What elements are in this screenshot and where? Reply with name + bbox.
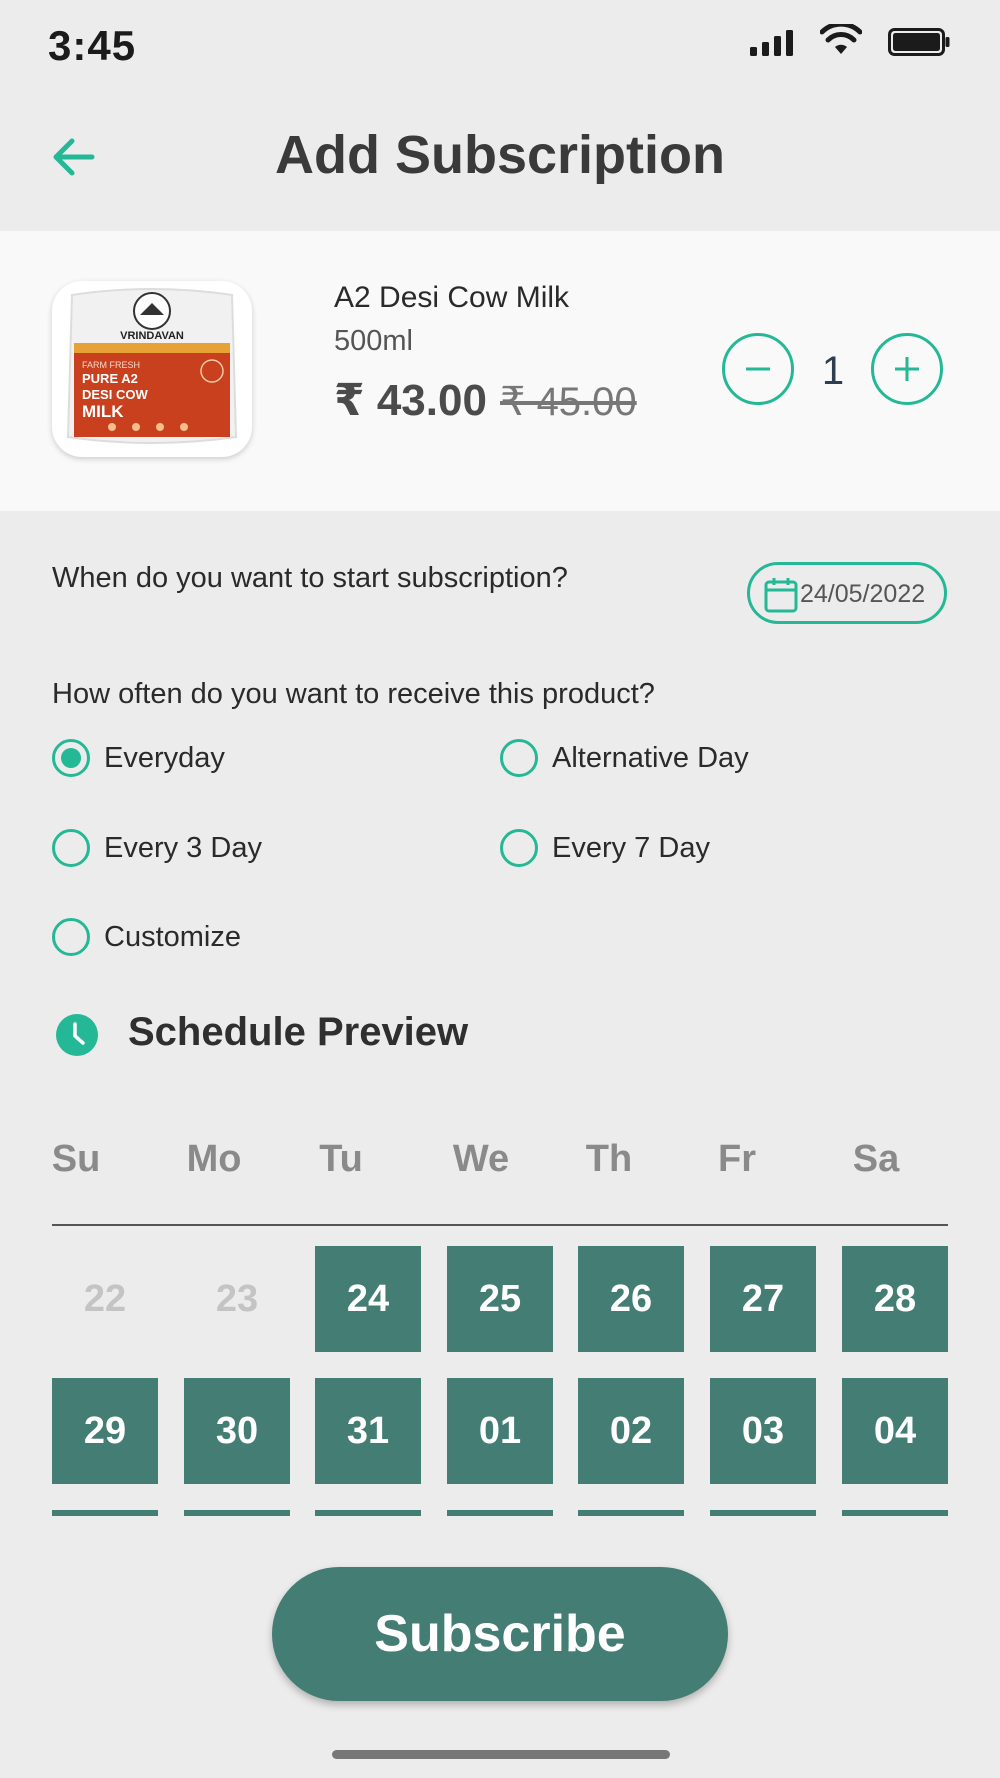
calendar-day[interactable] [578, 1510, 684, 1516]
subscribe-button[interactable]: Subscribe [272, 1567, 728, 1701]
calendar-day[interactable] [842, 1510, 948, 1516]
weekday-header-su: Su [51, 1138, 101, 1180]
radio-customize[interactable]: Customize [52, 917, 241, 957]
radio-button-checked[interactable] [52, 739, 90, 777]
calendar-divider [52, 1224, 948, 1226]
svg-text:MILK: MILK [82, 402, 124, 421]
svg-text:VRINDAVAN: VRINDAVAN [120, 330, 184, 342]
calendar-day[interactable] [710, 1510, 816, 1516]
quantity-increase-button[interactable] [871, 333, 943, 405]
calendar-day[interactable] [184, 1510, 290, 1516]
radio-button[interactable] [52, 829, 90, 867]
radio-every-7-day[interactable]: Every 7 Day [500, 828, 710, 868]
calendar-day[interactable]: 31 [315, 1378, 421, 1484]
radio-label: Customize [104, 920, 241, 953]
radio-label: Everyday [104, 741, 225, 774]
weekday-header-mo: Mo [186, 1138, 242, 1180]
radio-label: Every 3 Day [104, 831, 262, 864]
start-date-value: 24/05/2022 [800, 580, 926, 608]
radio-button[interactable] [500, 829, 538, 867]
calendar-day[interactable]: 02 [578, 1378, 684, 1484]
calendar-day[interactable]: 04 [842, 1378, 948, 1484]
calendar-day[interactable]: 26 [578, 1246, 684, 1352]
calendar-day[interactable]: 25 [447, 1246, 553, 1352]
battery-icon [888, 28, 950, 56]
radio-button[interactable] [52, 918, 90, 956]
weekday-header-sa: Sa [852, 1138, 900, 1180]
calendar-day[interactable]: 27 [710, 1246, 816, 1352]
product-name: A2 Desi Cow Milk [334, 281, 570, 314]
product-price: ₹ 43.00 [334, 376, 487, 425]
product-size: 500ml [334, 325, 413, 357]
calendar-grid: 22 23 24 25 26 27 28 29 30 31 01 02 03 0… [0, 1246, 1000, 1516]
calendar-icon [764, 578, 798, 613]
radio-label: Alternative Day [552, 741, 749, 774]
calendar-day[interactable]: 01 [447, 1378, 553, 1484]
svg-text:FARM FRESH: FARM FRESH [82, 360, 140, 370]
radio-every-3-day[interactable]: Every 3 Day [52, 828, 262, 868]
frequency-question: How often do you want to receive this pr… [52, 678, 655, 710]
radio-everyday[interactable]: Everyday [52, 738, 225, 778]
quantity-value: 1 [821, 349, 845, 393]
radio-label: Every 7 Day [552, 831, 710, 864]
start-date-picker[interactable]: 24/05/2022 [747, 562, 947, 624]
calendar-day[interactable]: 29 [52, 1378, 158, 1484]
radio-alternative-day[interactable]: Alternative Day [500, 738, 749, 778]
product-image: VRINDAVAN FARM FRESH PURE A2 DESI COW MI… [52, 281, 252, 457]
calendar-day[interactable] [315, 1510, 421, 1516]
weekday-header-tu: Tu [319, 1138, 363, 1180]
product-mrp: ₹ 45.00 [500, 380, 637, 424]
product-card: VRINDAVAN FARM FRESH PURE A2 DESI COW MI… [0, 231, 1000, 511]
schedule-preview-title: Schedule Preview [128, 1010, 469, 1054]
calendar-day[interactable]: 22 [52, 1246, 158, 1352]
wifi-icon [820, 24, 862, 54]
calendar-day[interactable]: 03 [710, 1378, 816, 1484]
calendar-day[interactable]: 30 [184, 1378, 290, 1484]
weekday-header-we: We [452, 1138, 510, 1180]
svg-text:PURE A2: PURE A2 [82, 371, 138, 386]
quantity-decrease-button[interactable] [722, 333, 794, 405]
home-indicator[interactable] [332, 1750, 670, 1759]
clock-icon [56, 1014, 98, 1056]
calendar-day[interactable] [447, 1510, 553, 1516]
status-time: 3:45 [48, 22, 137, 69]
svg-text:DESI COW: DESI COW [82, 387, 148, 402]
calendar-day[interactable]: 24 [315, 1246, 421, 1352]
page-title: Add Subscription [275, 125, 725, 185]
signal-icon [750, 30, 793, 56]
calendar-day[interactable]: 28 [842, 1246, 948, 1352]
start-date-question: When do you want to start subscription? [52, 562, 568, 594]
weekday-header-fr: Fr [718, 1138, 756, 1180]
calendar-day[interactable]: 23 [184, 1246, 290, 1352]
radio-button[interactable] [500, 739, 538, 777]
calendar-day[interactable] [52, 1510, 158, 1516]
weekday-header-th: Th [585, 1138, 633, 1180]
